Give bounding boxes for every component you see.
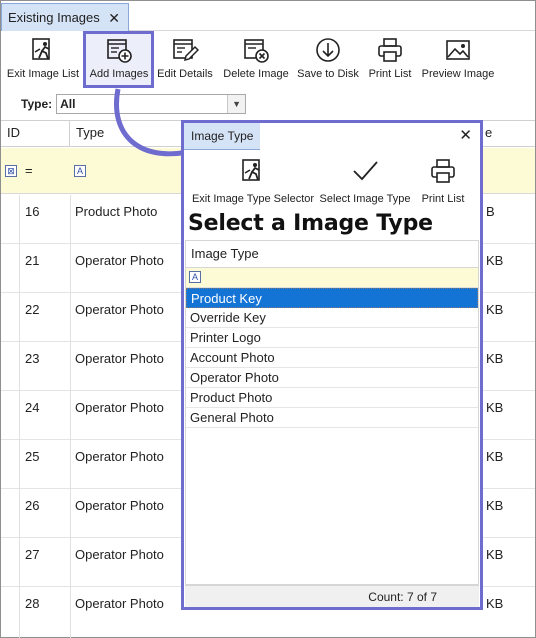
id-filter-operator[interactable]: = [25,163,33,178]
select-image-type-button[interactable]: Select Image Type [318,153,412,205]
row-size: KB [486,253,504,268]
row-size: KB [486,351,504,366]
existing-images-window: Existing Images ✕ Exit Image List Add Im… [0,0,536,638]
image-type-filter-input[interactable] [208,270,478,286]
popup-status-bar: Count: 7 of 7 [185,585,479,607]
popup-tab-image-type[interactable]: Image Type [184,123,260,150]
exit-image-list-button[interactable]: Exit Image List [5,32,81,88]
select-image-type-label: Select Image Type [319,193,411,205]
printer-icon [378,38,402,62]
list-item[interactable]: Product Photo [186,388,478,408]
list-item[interactable]: Printer Logo [186,328,478,348]
edit-details-button[interactable]: Edit Details [155,32,215,88]
exit-selector-label: Exit Image Type Selector [191,193,315,205]
row-id: 21 [25,253,40,268]
type-filter-label: Type: [21,97,53,111]
row-type: Operator Photo [75,302,164,317]
exit-runner-icon [242,159,260,181]
row-size: KB [486,596,504,611]
image-type-filter-row: A [186,268,478,288]
tab-existing-images[interactable]: Existing Images ✕ [1,3,129,31]
popup-print-list-button[interactable]: Print List [418,153,468,205]
row-type: Operator Photo [75,351,164,366]
row-type: Operator Photo [75,547,164,562]
delete-image-label: Delete Image [223,68,289,80]
row-id: 24 [25,400,40,415]
row-id: 25 [25,449,40,464]
list-item[interactable]: Override Key [186,308,478,328]
row-type: Operator Photo [75,449,164,464]
print-list-button[interactable]: Print List [365,32,415,88]
row-id: 27 [25,547,40,562]
download-icon [316,38,340,62]
exit-image-list-label: Exit Image List [6,68,80,80]
popup-heading: Select a Image Type [188,211,433,236]
row-id: 28 [25,596,40,611]
delete-image-button[interactable]: Delete Image [221,32,291,88]
checkmark-icon [353,161,378,181]
column-header-image-type[interactable]: Image Type [186,241,478,268]
text-filter-icon[interactable]: A [189,271,201,283]
row-size: KB [486,400,504,415]
row-size: B [486,204,495,219]
popup-print-list-label: Print List [421,193,465,205]
row-size: KB [486,498,504,513]
close-tab-icon[interactable]: ✕ [108,10,120,27]
column-header-id[interactable]: ID [1,121,70,147]
add-image-icon [107,39,132,63]
tab-title: Existing Images [8,10,100,25]
save-to-disk-button[interactable]: Save to Disk [295,32,361,88]
close-icon[interactable]: ✕ [459,126,472,144]
row-indicator-divider [19,195,20,638]
image-preview-icon [446,40,470,60]
row-type: Operator Photo [75,498,164,513]
row-id: 23 [25,351,40,366]
exit-image-type-selector-button[interactable]: Exit Image Type Selector [190,153,316,205]
popup-toolbar: Exit Image Type Selector Select Image Ty… [184,153,480,209]
add-images-label: Add Images [89,68,149,80]
image-type-selector-popup: Image Type ✕ Exit Image Type Selector Se… [181,120,483,610]
exit-runner-icon [32,38,50,60]
toolbar: Exit Image List Add Images Edit Details [1,32,535,88]
row-type: Operator Photo [75,253,164,268]
text-filter-icon[interactable]: A [74,165,86,177]
column-divider [70,195,71,638]
column-header-size[interactable]: e [479,121,535,147]
row-type: Operator Photo [75,596,164,611]
row-id: 22 [25,302,40,317]
tab-strip: Existing Images ✕ [1,1,535,31]
row-type: Operator Photo [75,400,164,415]
printer-icon [431,159,455,183]
filter-clear-icon[interactable]: ⊠ [5,165,17,177]
row-id: 16 [25,204,40,219]
preview-image-button[interactable]: Preview Image [419,32,497,88]
row-size: KB [486,302,504,317]
list-item[interactable]: General Photo [186,408,478,428]
row-type: Product Photo [75,204,158,219]
edit-details-icon [173,39,199,62]
edit-details-label: Edit Details [157,68,213,80]
list-item[interactable]: Product Key [186,288,478,308]
row-size: KB [486,449,504,464]
delete-image-icon [244,39,269,63]
list-item[interactable]: Account Photo [186,348,478,368]
row-size: KB [486,547,504,562]
preview-image-label: Preview Image [421,68,495,80]
row-id: 26 [25,498,40,513]
list-item[interactable]: Operator Photo [186,368,478,388]
type-select-value: All [60,97,76,111]
record-count: Count: 7 of 7 [368,590,437,604]
add-images-button[interactable]: Add Images [87,32,151,88]
save-to-disk-label: Save to Disk [297,68,359,80]
image-type-grid: Image Type A Product Key Override Key Pr… [185,240,479,585]
print-list-label: Print List [368,68,412,80]
